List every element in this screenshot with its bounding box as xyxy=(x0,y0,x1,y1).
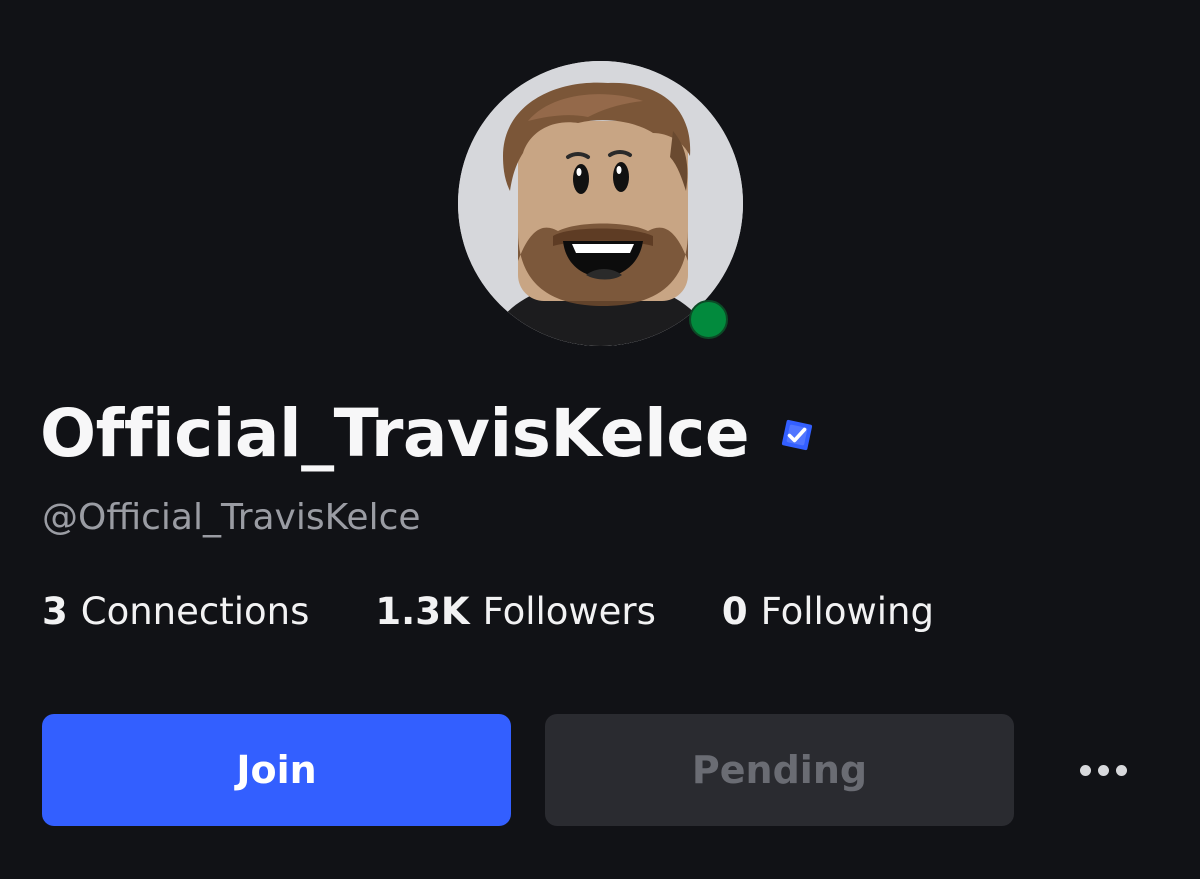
followers-stat[interactable]: 1.3K Followers xyxy=(375,590,656,633)
connections-stat[interactable]: 3 Connections xyxy=(42,590,309,633)
verified-badge-icon xyxy=(780,417,815,453)
pending-button[interactable]: Pending xyxy=(545,714,1014,826)
more-horizontal-icon xyxy=(1079,764,1091,776)
online-status-indicator xyxy=(689,300,728,339)
following-stat[interactable]: 0 Following xyxy=(722,590,934,633)
more-options-button[interactable] xyxy=(1067,740,1139,800)
join-button[interactable]: Join xyxy=(42,714,511,826)
following-label: Following xyxy=(760,590,934,633)
followers-label: Followers xyxy=(482,590,656,633)
profile-header: Official_TravisKelce xyxy=(40,388,819,478)
following-count: 0 xyxy=(721,590,748,633)
profile-avatar[interactable] xyxy=(458,61,743,346)
more-horizontal-icon-dot xyxy=(1097,764,1109,776)
more-horizontal-icon-dot xyxy=(1115,764,1127,776)
followers-count: 1.3K xyxy=(375,590,470,633)
username: @Official_TravisKelce xyxy=(42,497,421,538)
connections-count: 3 xyxy=(42,590,68,633)
profile-stats: 3 Connections 1.3K Followers 0 Following xyxy=(42,590,934,633)
display-name: Official_TravisKelce xyxy=(40,394,750,472)
connections-label: Connections xyxy=(80,590,310,633)
